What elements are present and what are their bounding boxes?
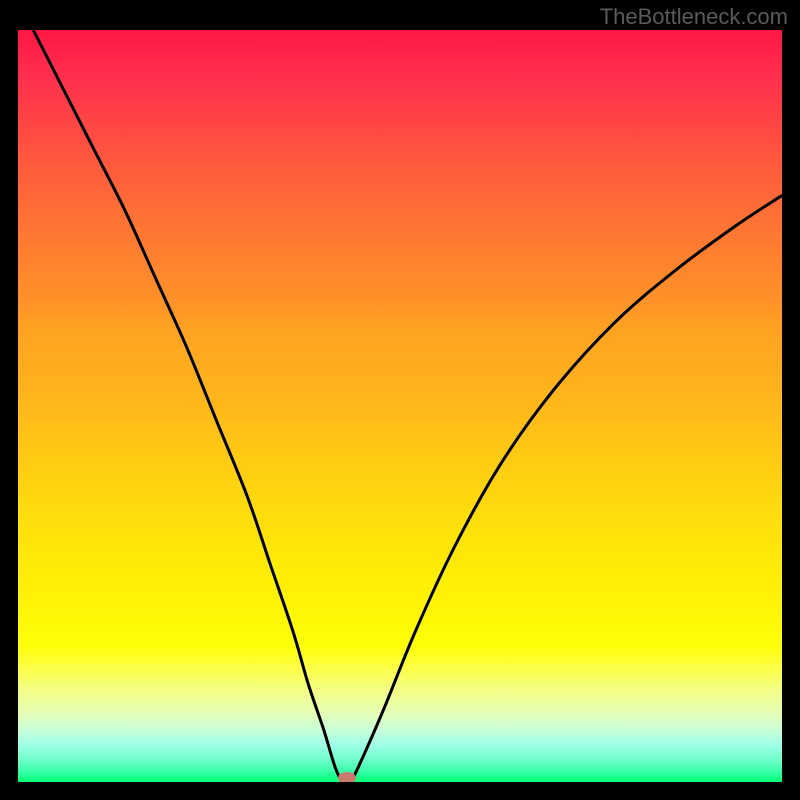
- plot-area: [18, 30, 782, 782]
- watermark-text: TheBottleneck.com: [600, 4, 788, 30]
- bottleneck-curve: [18, 30, 782, 782]
- optimal-point-marker: [338, 772, 356, 782]
